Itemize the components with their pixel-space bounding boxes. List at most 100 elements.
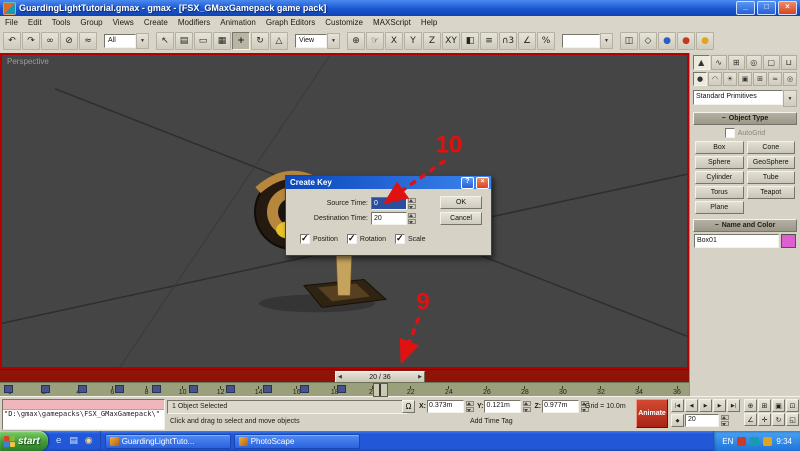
primitive-button[interactable]: Tube <box>746 171 795 184</box>
object-type-rollout-header[interactable]: − Object Type <box>693 112 797 125</box>
primitive-button[interactable]: Sphere <box>695 156 744 169</box>
listener-line[interactable]: "D:\gmax\gamepacks\FSX_GMaxGamepack\" <box>3 410 164 429</box>
field-of-view-icon[interactable]: ∠ <box>744 413 757 426</box>
source-time-field[interactable]: 0 <box>371 196 407 210</box>
track-view-icon[interactable]: ◫ <box>620 32 638 50</box>
primitive-button[interactable]: Box <box>695 141 744 154</box>
menu-item[interactable]: Tools <box>47 18 76 27</box>
arc-rotate-icon[interactable]: ↻ <box>772 413 785 426</box>
key-type-checkbox[interactable]: Rotation <box>346 233 386 244</box>
zoom-extents-all-icon[interactable]: ⊡ <box>786 399 799 412</box>
window-crossing-toggle-icon[interactable]: ▦ <box>213 32 231 50</box>
coordinate-field[interactable]: 0.121m <box>484 400 522 413</box>
autogrid-row[interactable]: AutoGrid <box>693 127 797 139</box>
keyframe-marker[interactable] <box>152 385 161 393</box>
tab-utilities[interactable]: ⊔ <box>780 55 797 70</box>
material-editor-icon[interactable]: ● <box>658 32 676 50</box>
render-scene-icon[interactable]: ● <box>677 32 695 50</box>
restrict-y-icon[interactable]: Y <box>404 32 422 50</box>
language-indicator[interactable]: EN <box>722 437 733 446</box>
minimize-button[interactable]: _ <box>736 1 755 15</box>
key-mode-toggle[interactable]: ◆ <box>671 414 684 427</box>
viewport-label[interactable]: Perspective <box>7 57 49 66</box>
destination-time-field[interactable]: 20 <box>371 211 407 225</box>
align-icon[interactable]: ≡ <box>480 32 498 50</box>
play-animation-button[interactable]: ▶ <box>699 399 712 412</box>
keyframe-marker[interactable] <box>78 385 87 393</box>
menu-item[interactable]: Edit <box>23 18 47 27</box>
redo-icon[interactable]: ↷ <box>22 32 40 50</box>
coordinate-field[interactable]: 0.977m <box>542 400 580 413</box>
tray-icon[interactable] <box>737 436 747 446</box>
snap-toggle-3d-icon[interactable]: ∩3 <box>499 32 517 50</box>
menu-item[interactable]: File <box>0 18 23 27</box>
track-bar[interactable]: 024681012141618202224262830323436 <box>0 382 689 397</box>
primitive-button[interactable]: GeoSphere <box>746 156 795 169</box>
restrict-xy-plane-icon[interactable]: XY <box>442 32 460 50</box>
bind-to-space-warp-icon[interactable]: ≈ <box>79 32 97 50</box>
category-shapes[interactable]: ◠ <box>708 72 722 86</box>
animate-button[interactable]: Animate <box>636 399 668 428</box>
tab-hierarchy[interactable]: ⊞ <box>728 55 745 70</box>
coordinate-display[interactable]: X: 0.373m <box>419 400 474 413</box>
dialog-close-button[interactable]: × <box>476 176 489 189</box>
category-geometry[interactable]: ● <box>693 72 707 86</box>
keyframe-marker[interactable] <box>189 385 198 393</box>
coordinate-display[interactable]: Y: 0.121m <box>477 400 532 413</box>
keyframe-marker[interactable] <box>226 385 235 393</box>
perspective-viewport[interactable]: Perspective Create Key ? × Source Time: … <box>0 53 689 369</box>
rectangular-selection-region-icon[interactable]: ▭ <box>194 32 212 50</box>
menu-item[interactable]: Customize <box>320 18 368 27</box>
restrict-z-icon[interactable]: Z <box>423 32 441 50</box>
primitive-button[interactable]: Cone <box>746 141 795 154</box>
zoom-extents-icon[interactable]: ▣ <box>772 399 785 412</box>
angle-snap-icon[interactable]: ∠ <box>518 32 536 50</box>
tab-motion[interactable]: ◎ <box>745 55 762 70</box>
maxscript-mini-listener[interactable]: "D:\gmax\gamepacks\FSX_GMaxGamepack\" <box>2 399 165 430</box>
select-and-manipulate-icon[interactable]: ☞ <box>366 32 384 50</box>
quick-launch-internet-explorer-icon[interactable]: e <box>53 436 65 446</box>
select-and-rotate-icon[interactable]: ↻ <box>251 32 269 50</box>
clock[interactable]: 9:34 <box>776 437 792 446</box>
macro-recorder-line[interactable] <box>3 400 164 410</box>
quick-launch-media-player-icon[interactable]: ◉ <box>83 436 95 446</box>
primitive-button[interactable]: Torus <box>695 186 744 199</box>
chevron-down-icon[interactable]: ▼ <box>783 90 797 107</box>
select-and-scale-icon[interactable]: △ <box>270 32 288 50</box>
primitive-button[interactable]: Plane <box>695 201 744 214</box>
menu-item[interactable]: Animation <box>215 18 261 27</box>
coordinate-display[interactable]: Z: 0.977m <box>534 400 590 413</box>
menu-item[interactable]: Help <box>416 18 442 27</box>
current-frame-indicator[interactable] <box>373 383 388 397</box>
name-color-rollout-header[interactable]: − Name and Color <box>693 219 797 232</box>
zoom-all-icon[interactable]: ⊞ <box>758 399 771 412</box>
next-frame-button[interactable]: ▶ <box>713 399 726 412</box>
zoom-icon[interactable]: ⊕ <box>744 399 757 412</box>
source-time-spinner[interactable] <box>408 197 416 209</box>
coordinate-spinner[interactable] <box>523 401 532 412</box>
taskbar-task-button[interactable]: PhotoScape <box>233 433 360 449</box>
reference-coordinate-dropdown[interactable]: View ▼ <box>295 33 340 49</box>
quick-render-icon[interactable]: ● <box>696 32 714 50</box>
menu-item[interactable]: Modifiers <box>173 18 215 27</box>
primitive-button[interactable]: Teapot <box>746 186 795 199</box>
object-color-swatch[interactable] <box>781 234 796 248</box>
current-time-field[interactable]: 20 <box>685 414 719 427</box>
primitive-button[interactable]: Cylinder <box>695 171 744 184</box>
select-object-icon[interactable]: ↖ <box>156 32 174 50</box>
category-space-warps[interactable]: ≈ <box>768 72 782 86</box>
restrict-x-icon[interactable]: X <box>385 32 403 50</box>
cancel-button[interactable]: Cancel <box>440 212 482 225</box>
category-lights[interactable]: ☀ <box>723 72 737 86</box>
dialog-title-bar[interactable]: Create Key ? × <box>286 176 491 189</box>
selection-filter-dropdown[interactable]: All ▼ <box>104 33 149 49</box>
go-to-end-button[interactable]: ▶| <box>727 399 740 412</box>
keyframe-marker[interactable] <box>337 385 346 393</box>
next-frame-arrow-icon[interactable]: ▶ <box>418 372 422 382</box>
previous-frame-arrow-icon[interactable]: ◀ <box>338 372 342 382</box>
keyframe-marker[interactable] <box>4 385 13 393</box>
previous-frame-button[interactable]: ◀ <box>685 399 698 412</box>
current-time-spinner[interactable] <box>721 415 729 426</box>
select-and-move-icon[interactable]: + <box>232 32 250 50</box>
tray-icon[interactable] <box>763 436 773 446</box>
